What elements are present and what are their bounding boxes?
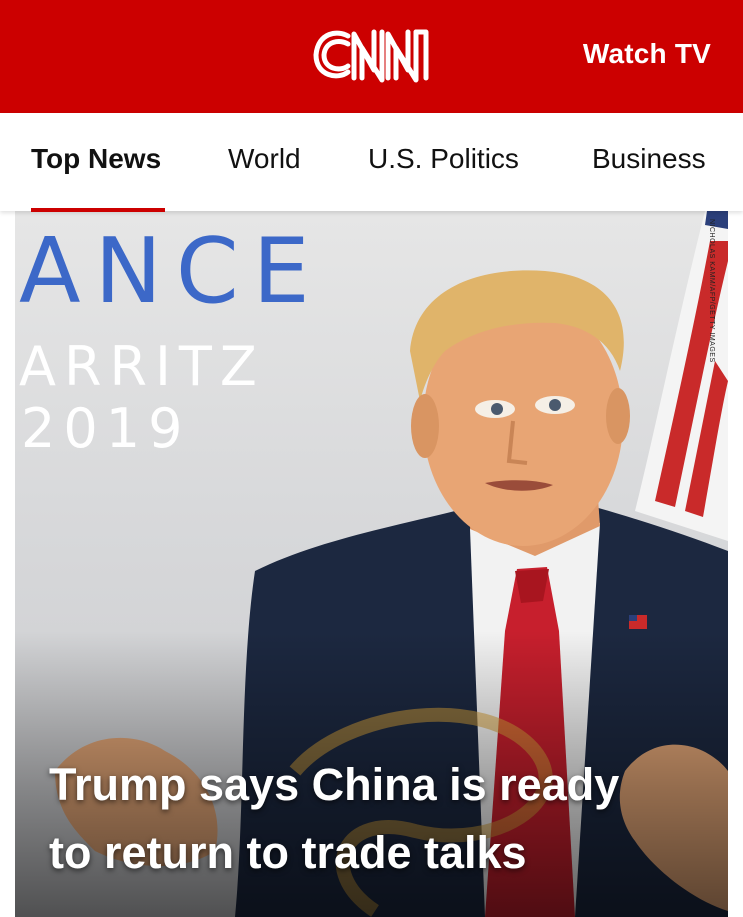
tab-us-politics[interactable]: U.S. Politics <box>368 143 519 175</box>
photo-credit: NICHOLAS KAMM/AFP/GETTY IMAGES <box>708 219 715 363</box>
tab-top-news[interactable]: Top News <box>31 143 161 175</box>
hero-headline[interactable]: Trump says China is ready to return to t… <box>49 751 709 887</box>
active-tab-indicator <box>31 208 165 212</box>
top-header: Watch TV <box>0 0 743 113</box>
tab-world[interactable]: World <box>228 143 301 175</box>
headline-line-2: to return to trade talks <box>49 827 527 878</box>
section-nav: Top News World U.S. Politics Business <box>0 113 743 212</box>
tab-business[interactable]: Business <box>592 143 706 175</box>
hero-story[interactable]: ANCE ARRITZ 2019 NICHOLAS KAMM/AFP/GETTY… <box>15 211 728 917</box>
cnn-logo-icon <box>313 29 429 83</box>
cnn-logo[interactable] <box>308 22 436 88</box>
watch-tv-link[interactable]: Watch TV <box>583 38 711 70</box>
headline-line-1: Trump says China is ready <box>49 759 620 810</box>
